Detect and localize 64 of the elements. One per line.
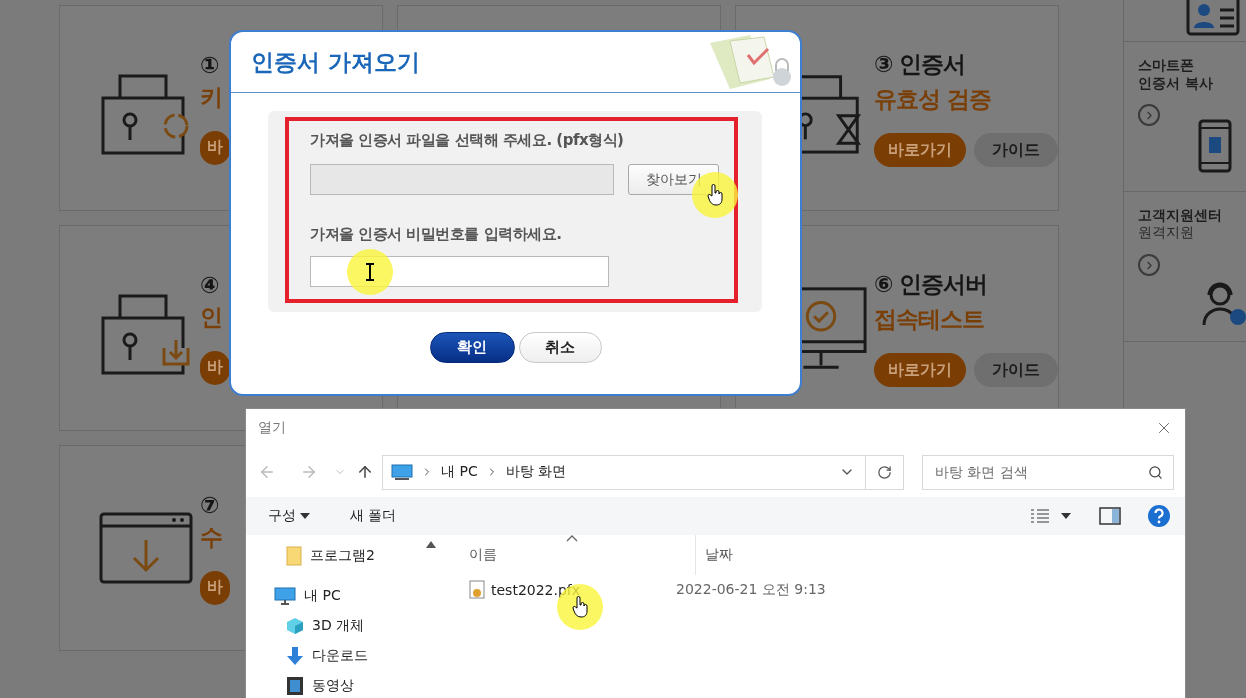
card-title: ⑥ 인증서버	[874, 270, 988, 299]
hand-cursor-icon	[707, 184, 723, 206]
card-title: ⑦	[200, 491, 219, 518]
card-subtitle: 키	[200, 82, 222, 112]
search-field[interactable]: 바탕 화면 검색	[922, 454, 1174, 490]
shortcut-button[interactable]: 바	[200, 570, 230, 605]
smartphone-icon	[1198, 119, 1232, 173]
nav-tree-item[interactable]: 다운로드	[246, 641, 421, 671]
card-subtitle: 접속테스트	[874, 305, 984, 334]
arrow-circle-button[interactable]	[1138, 254, 1160, 276]
cube-icon	[286, 617, 304, 635]
hand-cursor-icon	[572, 596, 588, 618]
new-folder-button[interactable]: 새 폴더	[350, 507, 397, 525]
caret-icon	[300, 513, 310, 519]
shortcut-button[interactable]: 바	[200, 130, 230, 165]
sidebar-title: 인증서 복사	[1138, 74, 1214, 92]
card-subtitle: 수	[200, 522, 222, 552]
window-title: 열기	[258, 419, 286, 437]
sort-caret-icon	[566, 535, 578, 542]
field-label: 가져올 인증서 파일을 선택해 주세요. (pfx형식)	[310, 131, 625, 150]
up-icon[interactable]	[356, 463, 374, 481]
refresh-icon	[877, 464, 892, 480]
shortcut-button[interactable]: 바	[200, 350, 230, 385]
scroll-up-icon[interactable]	[426, 541, 436, 548]
dialog-title: 인증서 가져오기	[251, 47, 420, 77]
search-icon[interactable]	[1148, 464, 1163, 480]
sidebar-subtitle: 원격지원	[1138, 224, 1195, 242]
card-subtitle: 유효성 검증	[874, 85, 991, 114]
sidebar-title: 스마트폰	[1138, 56, 1195, 74]
file-date: 2022-06-21 오전 9:13	[676, 581, 826, 599]
breadcrumb-item[interactable]: 바탕 화면	[505, 463, 567, 481]
nav-tree-item[interactable]: 내 PC	[246, 581, 421, 611]
confirm-button[interactable]: 확인	[429, 332, 515, 363]
text-cursor-icon	[365, 263, 375, 281]
preview-pane-icon[interactable]	[1099, 507, 1121, 525]
computer-icon	[391, 464, 413, 480]
view-options-icon[interactable]	[1029, 508, 1073, 524]
id-card-icon	[1184, 0, 1242, 36]
refresh-button[interactable]	[866, 454, 904, 490]
address-bar[interactable]: 내 PC 바탕 화면	[382, 454, 866, 490]
column-header[interactable]: 이름	[441, 535, 695, 575]
help-icon[interactable]	[1147, 504, 1171, 528]
breadcrumb-item[interactable]: 내 PC	[441, 463, 478, 481]
shortcut-button[interactable]: 바로가기	[874, 353, 966, 387]
column-header[interactable]: 날짜	[695, 535, 855, 575]
sidebar-title: 고객지원센터	[1138, 206, 1223, 224]
field-label: 가져올 인증서 비밀번호를 입력하세요.	[310, 225, 563, 244]
arrow-circle-button[interactable]	[1138, 104, 1160, 126]
certificate-file-icon	[469, 580, 487, 600]
folder-icon	[286, 546, 302, 566]
film-icon	[286, 676, 304, 696]
card-title: ④	[200, 271, 219, 298]
card-title: ①	[200, 51, 219, 78]
shortcut-button[interactable]: 바로가기	[874, 133, 966, 167]
nav-tree-item[interactable]: 프로그램2	[246, 541, 421, 571]
nav-tree-item[interactable]: 3D 개체	[246, 611, 421, 641]
card-title: ③ 인증서	[874, 50, 966, 79]
computer-icon	[274, 587, 296, 605]
download-icon	[286, 646, 304, 666]
nav-tree-item[interactable]: 동영상	[246, 671, 421, 698]
card-subtitle: 인	[200, 302, 222, 332]
file-path-field[interactable]	[310, 164, 614, 195]
organize-menu[interactable]: 구성	[268, 507, 310, 525]
cancel-button[interactable]: 취소	[518, 332, 602, 363]
